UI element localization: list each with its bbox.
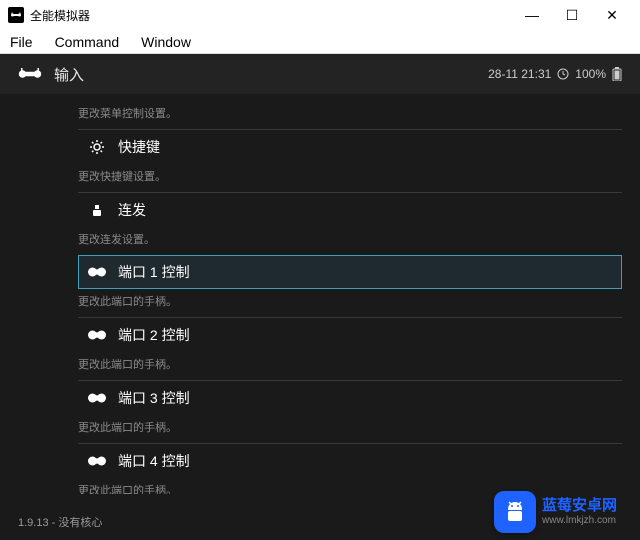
watermark: 蓝莓安卓网 www.lmkjzh.com xyxy=(494,488,634,536)
port4-label: 端口 4 控制 xyxy=(118,451,190,471)
port3-label: 端口 3 控制 xyxy=(118,388,190,408)
gear-icon xyxy=(88,140,106,154)
status-area: 28-11 21:31 100% xyxy=(488,67,622,81)
controller-icon xyxy=(18,66,42,82)
turbo-icon xyxy=(88,203,106,217)
window-title: 全能模拟器 xyxy=(30,7,512,24)
port1-sub: 更改此端口的手柄。 xyxy=(78,289,622,317)
app-body: 输入 28-11 21:31 100% 更改菜单控制设置。 快捷键 xyxy=(0,54,640,540)
turbo-label: 连发 xyxy=(118,200,146,220)
port3-row[interactable]: 端口 3 控制 xyxy=(78,380,622,415)
gamepad-icon xyxy=(88,265,106,279)
hotkeys-label: 快捷键 xyxy=(118,137,160,157)
section-header: 输入 28-11 21:31 100% xyxy=(0,54,640,94)
menubar: File Command Window xyxy=(0,30,640,54)
watermark-url: www.lmkjzh.com xyxy=(542,515,617,526)
port2-row[interactable]: 端口 2 控制 xyxy=(78,317,622,352)
gamepad-icon xyxy=(88,328,106,342)
close-button[interactable]: ✕ xyxy=(592,0,632,30)
app-icon xyxy=(8,7,24,23)
section-title: 输入 xyxy=(54,64,488,85)
window-controls: — ☐ ✕ xyxy=(512,0,632,30)
battery-percent: 100% xyxy=(575,67,606,81)
titlebar: 全能模拟器 — ☐ ✕ xyxy=(0,0,640,30)
clock-icon xyxy=(557,68,569,80)
watermark-title: 蓝莓安卓网 xyxy=(542,498,617,515)
port2-label: 端口 2 控制 xyxy=(118,325,190,345)
menu-control-row[interactable] xyxy=(78,94,622,101)
battery-icon xyxy=(612,67,622,81)
port4-sub: 更改此端口的手柄。 xyxy=(78,478,622,494)
gamepad-icon xyxy=(88,391,106,405)
minimize-button[interactable]: — xyxy=(512,0,552,30)
menu-control-sub: 更改菜单控制设置。 xyxy=(78,101,622,129)
hotkeys-sub: 更改快捷键设置。 xyxy=(78,164,622,192)
menu-file[interactable]: File xyxy=(6,32,37,52)
port3-sub: 更改此端口的手柄。 xyxy=(78,415,622,443)
turbo-row[interactable]: 连发 xyxy=(78,192,622,227)
settings-list[interactable]: 更改菜单控制设置。 快捷键 更改快捷键设置。 连发 更改连发设置。 xyxy=(0,94,640,494)
watermark-badge-icon xyxy=(494,491,536,533)
menu-window[interactable]: Window xyxy=(137,32,195,52)
port1-row[interactable]: 端口 1 控制 xyxy=(78,255,622,289)
turbo-sub: 更改连发设置。 xyxy=(78,227,622,255)
maximize-button[interactable]: ☐ xyxy=(552,0,592,30)
port1-label: 端口 1 控制 xyxy=(118,262,190,282)
menu-command[interactable]: Command xyxy=(51,32,124,52)
datetime: 28-11 21:31 xyxy=(488,67,551,81)
hotkeys-row[interactable]: 快捷键 xyxy=(78,129,622,164)
version-footer: 1.9.13 - 没有核心 xyxy=(18,514,102,530)
port4-row[interactable]: 端口 4 控制 xyxy=(78,443,622,478)
port2-sub: 更改此端口的手柄。 xyxy=(78,352,622,380)
gamepad-icon xyxy=(88,454,106,468)
